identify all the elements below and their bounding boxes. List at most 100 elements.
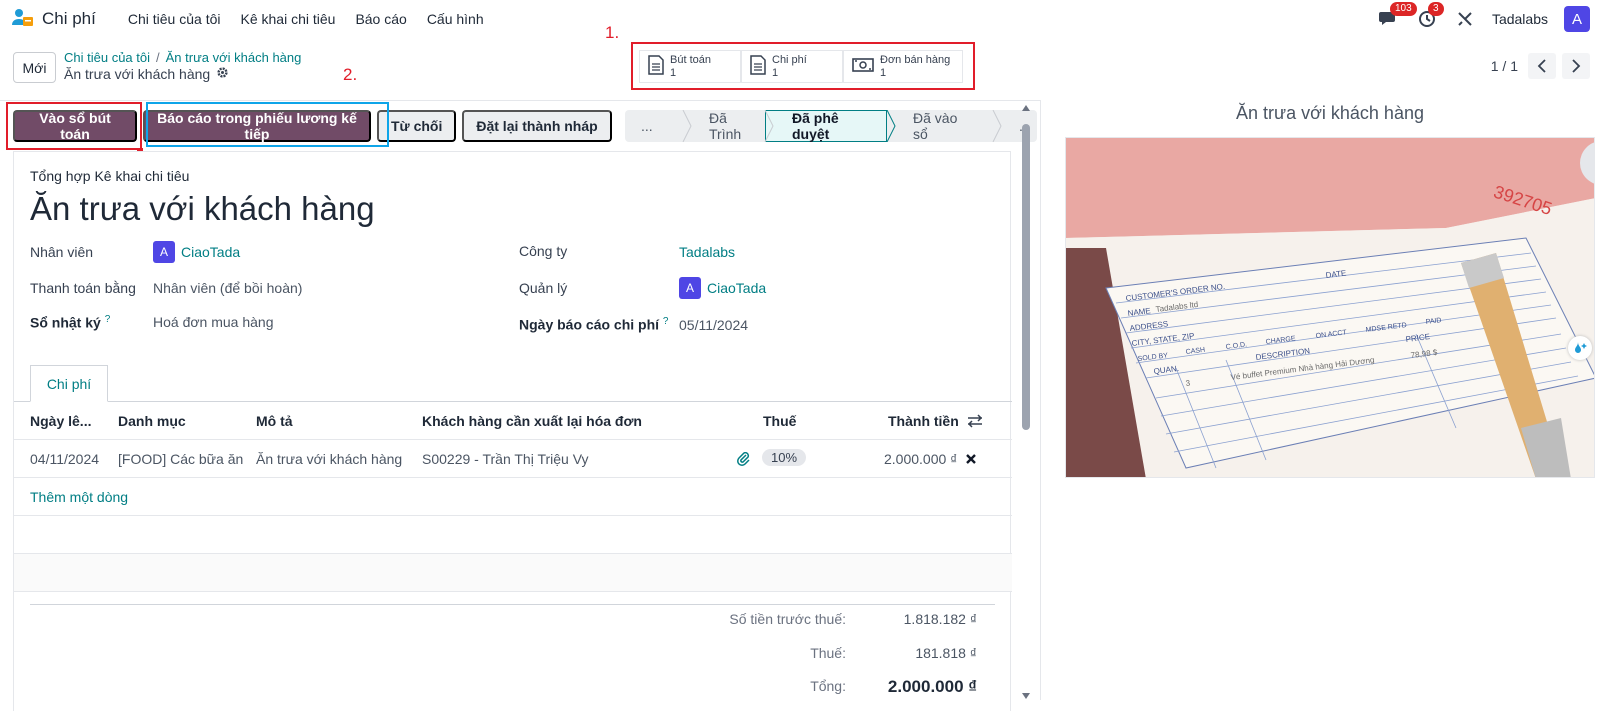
messages-badge: 103 [1389,2,1417,16]
menu-reporting[interactable]: Báo cáo [345,11,416,27]
scroll-down-icon[interactable] [1021,692,1031,700]
tab-expenses[interactable]: Chi phí [30,365,108,402]
document-icon [648,55,664,78]
journal-value[interactable]: Hoá đơn mua hàng [153,314,273,330]
document-icon [750,55,766,78]
col-description[interactable]: Mô tả [256,413,293,429]
pager: 1 / 1 [1491,53,1590,79]
status-arrows [682,110,1002,142]
totals-divider [30,604,995,605]
money-bill-icon [852,57,874,76]
row-amount: 2.000.000 ₫ [884,451,958,467]
col-tax[interactable]: Thuế [763,413,796,429]
journal-label: Sổ nhật ký ? [30,314,111,331]
scrollbar-thumb[interactable] [1022,124,1030,430]
company-value[interactable]: Tadalabs [679,244,735,260]
expenses-app-icon [12,8,34,31]
ai-assist-icon[interactable] [1568,336,1592,360]
smart-label: Bút toán [670,53,711,66]
control-panel: Mới Chi tiêu của tôi / Ăn trưa với khách… [0,23,1600,98]
new-button[interactable]: Mới [13,52,56,83]
manager-field[interactable]: A CiaoTada [679,277,766,299]
receipt-illustration: 392705 CUSTOMER'S ORDER NO. DATE NAME Ta… [1066,138,1594,477]
smart-count: 1 [772,66,779,79]
pager-value[interactable]: 1 / 1 [1491,58,1518,74]
tax-total-label: Thuế: [810,645,846,661]
breadcrumb-my-expenses[interactable]: Chi tiêu của tôi [64,50,150,65]
systray: 103 3 Tadalabs A [1378,2,1590,32]
menu-my-expenses[interactable]: Chi tiêu của tôi [118,11,231,27]
report-date-value[interactable]: 05/11/2024 [679,317,748,333]
paid-by-value[interactable]: Nhân viên (để bồi hoàn) [153,280,302,296]
table-row[interactable]: 04/11/2024 [FOOD] Các bữa ăn Ăn trưa với… [14,440,1012,478]
company-label: Công ty [519,243,568,259]
paid-by-label: Thanh toán bằng [30,280,136,296]
current-record-name: Ăn trưa với khách hàng [64,66,211,82]
col-amount[interactable]: Thành tiền [888,413,959,429]
breadcrumb: Chi tiêu của tôi / Ăn trưa với khách hàn… [64,50,301,82]
activities-clock-icon[interactable]: 3 [1416,2,1444,30]
delete-icon[interactable] [965,452,977,468]
row-customer: S00229 - Trần Thị Triệu Vy [422,451,589,467]
row-description: Ăn trưa với khách hàng [256,451,403,467]
grand-total-label: Tổng: [810,678,846,694]
attachment-divider [1040,100,1041,700]
scroll-hint [1580,142,1594,184]
highlight-post-button [6,102,142,150]
col-date[interactable]: Ngày lê... [30,413,91,429]
smart-count: 1 [880,66,887,79]
chevron-right-icon[interactable] [1562,53,1590,79]
expense-table-header: Ngày lê... Danh mục Mô tả Khách hàng cần… [14,402,1012,440]
top-navbar: Chi phí Chi tiêu của tôi Kê khai chi tiê… [0,0,1600,38]
table-row-empty [14,478,1012,516]
breadcrumb-report[interactable]: Ăn trưa với khách hàng [166,50,302,65]
chevron-left-icon[interactable] [1528,53,1556,79]
activities-badge: 3 [1427,2,1444,16]
messages-icon[interactable]: 103 [1378,2,1417,30]
tax-total-value: 181.818 ₫ [915,645,977,661]
employee-avatar: A [153,241,175,263]
app-brand[interactable]: Chi phí [12,8,96,31]
smart-count: 1 [670,66,677,79]
col-customer[interactable]: Khách hàng cần xuất lại hóa đơn [422,413,642,429]
col-category[interactable]: Danh mục [118,413,186,429]
column-settings-icon[interactable] [967,414,983,431]
employee-label: Nhân viên [30,244,94,260]
app-name: Chi phí [42,9,96,28]
smart-label: Chi phí [772,53,807,66]
highlight-payslip-button [146,102,389,147]
smart-button-sales-orders[interactable]: Đơn bán hàng 1 [843,50,963,83]
form-scrollbar[interactable] [1022,104,1032,700]
form-sheet: Tổng hợp Kê khai chi tiêu Ăn trưa với kh… [13,151,1012,711]
employee-field[interactable]: A CiaoTada [153,241,240,263]
manager-value[interactable]: CiaoTada [707,280,766,296]
attachment-title: Ăn trưa với khách hàng [1236,103,1424,123]
table-row-empty [14,554,1012,592]
menu-expense-reports[interactable]: Kê khai chi tiêu [230,11,345,27]
gear-icon[interactable] [216,66,229,82]
help-icon[interactable]: ? [663,316,669,327]
scroll-up-icon[interactable] [1021,104,1031,112]
help-icon[interactable]: ? [105,314,111,325]
reset-to-draft-button[interactable]: Đặt lại thành nháp [462,110,612,142]
smart-button-journal-entries[interactable]: Bút toán 1 [639,50,741,83]
user-avatar[interactable]: A [1564,6,1590,32]
company-switcher[interactable]: Tadalabs [1492,11,1548,27]
annotation-2: 2. [343,65,358,84]
debug-tools-icon[interactable] [1454,8,1476,30]
paperclip-icon[interactable] [737,451,751,469]
row-date: 04/11/2024 [30,451,100,467]
form-subtitle: Tổng hợp Kê khai chi tiêu [30,168,190,184]
menu-configuration[interactable]: Cấu hình [417,11,494,27]
employee-value[interactable]: CiaoTada [181,244,240,260]
table-row-empty [14,516,1012,554]
manager-label: Quản lý [519,280,568,296]
tax-badge: 10% [762,449,807,466]
main-menu: Chi tiêu của tôi Kê khai chi tiêu Báo cá… [118,11,494,27]
smart-buttons-highlight: Bút toán 1 Chi phí 1 Đơn bán hàng 1 [631,42,975,90]
report-title[interactable]: Ăn trưa với khách hàng [30,190,375,228]
receipt-image[interactable]: 392705 CUSTOMER'S ORDER NO. DATE NAME Ta… [1065,137,1595,478]
untaxed-label: Số tiền trước thuế: [729,611,846,627]
row-category: [FOOD] Các bữa ăn [118,451,244,467]
smart-button-expenses[interactable]: Chi phí 1 [741,50,843,83]
